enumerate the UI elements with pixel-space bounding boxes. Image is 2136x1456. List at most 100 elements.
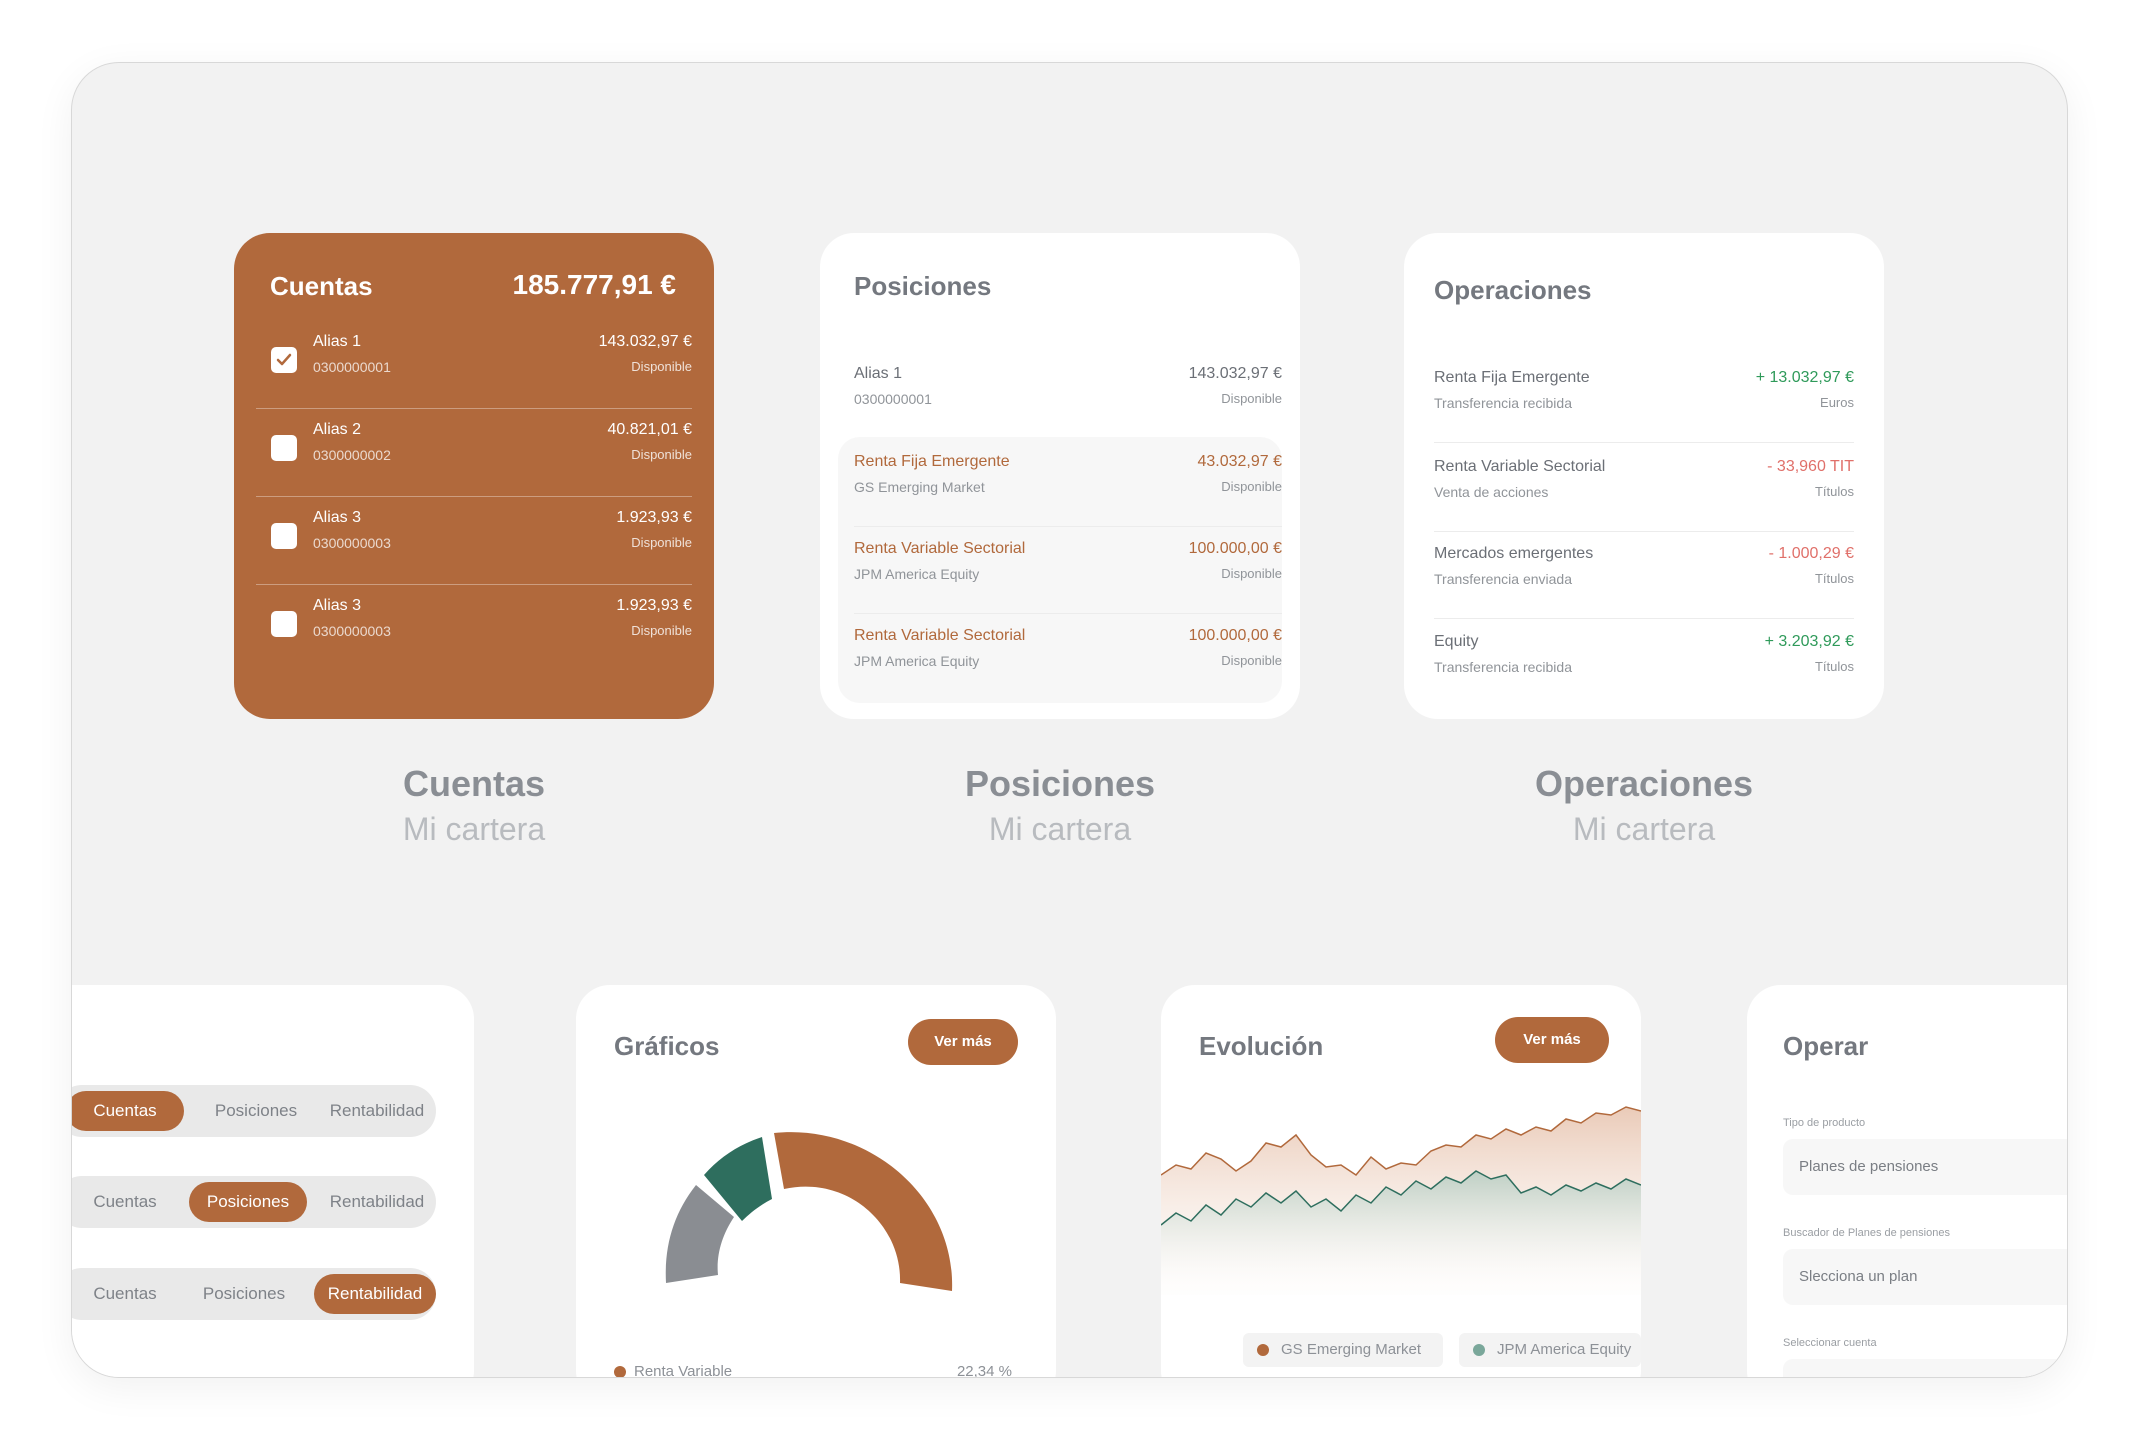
position-row[interactable]: Renta Fija Emergente GS Emerging Market … xyxy=(854,441,1282,527)
evolution-line-chart xyxy=(1161,1106,1641,1295)
account-row[interactable]: Alias 2 0300000002 40.821,01 € Disponibl… xyxy=(256,409,692,497)
segment-cuentas[interactable]: Cuentas xyxy=(72,1176,184,1228)
donut-segment-gray xyxy=(665,1185,734,1283)
position-amount: 100.000,00 € xyxy=(1188,627,1282,644)
position-sub: JPM America Equity xyxy=(854,653,980,669)
caption-title: Operaciones xyxy=(1534,763,1754,804)
position-sub: 0300000001 xyxy=(854,391,932,407)
field-label: Tipo de producto xyxy=(1783,1117,1866,1129)
account-checkbox[interactable] xyxy=(271,523,297,549)
caption-title: Cuentas xyxy=(402,763,546,804)
position-name: Alias 1 xyxy=(854,365,903,382)
legend-dot xyxy=(1257,1344,1269,1357)
legend-jpm[interactable]: JPM America Equity xyxy=(1459,1333,1641,1367)
account-amount: 1.923,93 € xyxy=(616,509,692,526)
account-row[interactable]: Alias 3 0300000003 1.923,93 € Disponible xyxy=(256,497,692,585)
divider xyxy=(1434,618,1854,619)
segmented-control: Cuentas Posiciones Rentabilidad xyxy=(72,1085,436,1137)
operation-amount: - 1.000,29 € xyxy=(1768,545,1854,562)
divider xyxy=(1434,531,1854,532)
caption-posiciones: Posiciones Mi cartera xyxy=(820,763,1300,848)
legend-label: JPM America Equity xyxy=(1497,1341,1632,1358)
field-label: Seleccionar cuenta xyxy=(1783,1337,1877,1349)
ver-mas-button[interactable]: Ver más xyxy=(1495,1017,1609,1063)
caption-operaciones: Operaciones Mi cartera xyxy=(1404,763,1884,848)
segment-rentabilidad[interactable]: Rentabilidad xyxy=(318,1085,436,1137)
account-amount: 1.923,93 € xyxy=(616,597,692,614)
account-row[interactable]: Alias 3 0300000003 1.923,93 € Disponible xyxy=(256,585,692,673)
plan-search-select[interactable]: Slecciona un plan xyxy=(1783,1249,2067,1305)
operation-name: Renta Variable Sectorial xyxy=(1434,458,1606,475)
posiciones-card: Posiciones Alias 1 0300000001 143.032,97… xyxy=(820,233,1300,719)
legend-label: GS Emerging Market xyxy=(1281,1341,1422,1358)
legend-value: 22,34 % xyxy=(956,1363,1012,1378)
operation-name: Renta Fija Emergente xyxy=(1434,369,1590,386)
segment-cuentas[interactable]: Cuentas xyxy=(72,1268,184,1320)
check-icon xyxy=(276,353,292,366)
segment-cuentas-active[interactable]: Cuentas xyxy=(72,1091,184,1131)
divider xyxy=(1434,442,1854,443)
operation-amount: - 33,960 TIT xyxy=(1767,458,1854,475)
operation-name: Mercados emergentes xyxy=(1434,545,1594,562)
operation-sub: Transferencia enviada xyxy=(1434,571,1573,587)
evolucion-card: Evolución Ver más GS Emerging Market JPM… xyxy=(1161,985,1641,1377)
legend-label: Renta Variable xyxy=(634,1363,733,1378)
tipo-producto-select[interactable]: Planes de pensiones xyxy=(1783,1139,2067,1195)
account-amount: 40.821,01 € xyxy=(607,421,692,438)
account-number: 0300000001 xyxy=(313,359,391,375)
segment-rentabilidad-active[interactable]: Rentabilidad xyxy=(314,1274,436,1314)
account-amount: 143.032,97 € xyxy=(598,333,692,350)
graficos-title: Gráficos xyxy=(614,1031,720,1061)
caption-subtitle: Mi cartera xyxy=(402,811,546,847)
operation-row[interactable]: Equity Transferencia recibida + 3.203,92… xyxy=(1434,621,1854,707)
divider xyxy=(854,526,1282,527)
position-row[interactable]: Renta Variable Sectorial JPM America Equ… xyxy=(854,615,1282,701)
operaciones-card: Operaciones Renta Fija Emergente Transfe… xyxy=(1404,233,1884,719)
account-checkbox[interactable] xyxy=(271,435,297,461)
ver-mas-button[interactable]: Ver más xyxy=(908,1019,1018,1065)
operation-sub: Venta de acciones xyxy=(1434,484,1549,500)
operation-unit: Títulos xyxy=(1814,571,1854,586)
position-name: Renta Fija Emergente xyxy=(854,453,1010,470)
operation-name: Equity xyxy=(1434,633,1479,650)
segment-posiciones[interactable]: Posiciones xyxy=(196,1085,316,1137)
position-row[interactable]: Renta Variable Sectorial JPM America Equ… xyxy=(854,528,1282,614)
caption-cuentas: Cuentas Mi cartera xyxy=(234,763,714,848)
caption-subtitle: Mi cartera xyxy=(1572,811,1716,847)
account-name: Alias 1 xyxy=(313,333,362,350)
operation-row[interactable]: Renta Fija Emergente Transferencia recib… xyxy=(1434,357,1854,443)
account-number: 0300000003 xyxy=(313,535,391,551)
cuentas-title: Cuentas xyxy=(270,271,373,301)
account-status: Disponible xyxy=(631,535,692,550)
divider xyxy=(854,613,1282,614)
position-status: Disponible xyxy=(1221,653,1282,668)
position-amount: 43.032,97 € xyxy=(1197,453,1282,470)
segment-rentabilidad[interactable]: Rentabilidad xyxy=(318,1176,436,1228)
cuentas-total: 185.777,91 € xyxy=(512,269,677,300)
operation-unit: Títulos xyxy=(1814,659,1854,674)
position-sub: JPM America Equity xyxy=(854,566,980,582)
segment-posiciones[interactable]: Posiciones xyxy=(184,1268,304,1320)
account-row[interactable]: Alias 1 0300000001 143.032,97 € Disponib… xyxy=(256,321,692,409)
segments-card: Cuentas Posiciones Rentabilidad Cuentas … xyxy=(72,985,474,1377)
operation-row[interactable]: Mercados emergentes Transferencia enviad… xyxy=(1434,533,1854,619)
account-select[interactable] xyxy=(1783,1359,2067,1377)
position-name: Renta Variable Sectorial xyxy=(854,540,1026,557)
legend-dot xyxy=(614,1366,626,1377)
position-status: Disponible xyxy=(1221,566,1282,581)
segmented-control: Cuentas Posiciones Rentabilidad xyxy=(72,1176,436,1228)
operation-row[interactable]: Renta Variable Sectorial Venta de accion… xyxy=(1434,446,1854,532)
position-status: Disponible xyxy=(1221,391,1282,406)
graficos-card: Gráficos Ver más Renta Variable 22,34 % xyxy=(576,985,1056,1378)
donut-chart xyxy=(665,1132,953,1291)
position-row[interactable]: Alias 1 0300000001 143.032,97 € Disponib… xyxy=(854,353,1282,439)
legend-gs[interactable]: GS Emerging Market xyxy=(1243,1333,1443,1367)
segment-posiciones-active[interactable]: Posiciones xyxy=(189,1182,307,1222)
account-number: 0300000002 xyxy=(313,447,391,463)
operation-sub: Transferencia recibida xyxy=(1434,659,1572,675)
operar-title: Operar xyxy=(1783,1031,1869,1061)
operation-sub: Transferencia recibida xyxy=(1434,395,1572,411)
account-checkbox[interactable] xyxy=(271,611,297,637)
account-checkbox[interactable] xyxy=(271,347,297,373)
position-name: Renta Variable Sectorial xyxy=(854,627,1026,644)
